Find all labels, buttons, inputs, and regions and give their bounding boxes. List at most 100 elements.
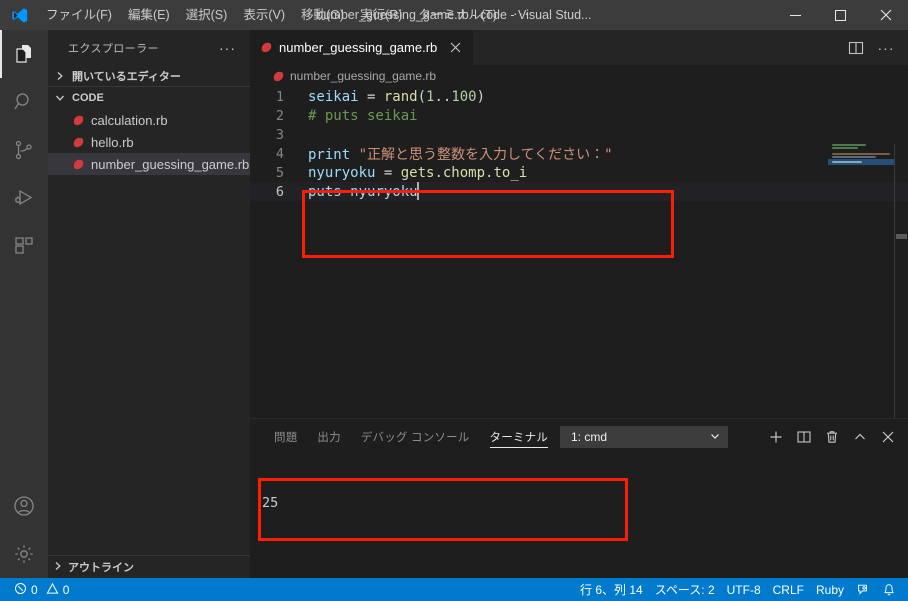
outline-label: アウトライン bbox=[68, 562, 134, 574]
breadcrumb-label: number_guessing_game.rb bbox=[290, 69, 437, 83]
chevron-right-icon bbox=[52, 560, 64, 575]
warning-count: 0 bbox=[62, 582, 70, 597]
line-number: 3 bbox=[275, 126, 284, 143]
file-item-number-guessing-game[interactable]: number_guessing_game.rb bbox=[48, 153, 250, 175]
code-token: gets bbox=[400, 164, 435, 181]
menu-edit[interactable]: 編集(E) bbox=[120, 0, 178, 30]
ruby-file-icon bbox=[73, 137, 84, 147]
file-label: calculation.rb bbox=[91, 112, 168, 128]
minimap-line bbox=[832, 156, 876, 158]
editor-tab-bar: number_guessing_game.rb ··· bbox=[250, 30, 908, 65]
sidebar-section-folder[interactable]: CODE bbox=[48, 87, 250, 109]
close-tab-button[interactable] bbox=[447, 40, 463, 56]
activitybar-settings[interactable] bbox=[0, 530, 48, 578]
activitybar-search[interactable] bbox=[0, 78, 48, 126]
minimap[interactable] bbox=[828, 144, 894, 418]
menu-file[interactable]: ファイル(F) bbox=[38, 0, 120, 30]
settings-gear-icon bbox=[12, 542, 36, 566]
ruby-file-icon bbox=[73, 159, 84, 169]
minimize-button[interactable] bbox=[773, 0, 818, 30]
new-terminal-plus-icon[interactable] bbox=[762, 423, 790, 451]
editor-scrollbar[interactable] bbox=[894, 144, 908, 418]
panel-header: 問題 出力 デバッグ コンソール ターミナル 1: cmd bbox=[250, 419, 908, 454]
code-text: print "正解と思う整数を入力してください：" bbox=[300, 144, 613, 164]
menu-view[interactable]: 表示(V) bbox=[235, 0, 293, 30]
file-tree: calculation.rb hello.rb number_guessing_… bbox=[48, 109, 250, 175]
folder-label: CODE bbox=[72, 92, 104, 104]
vscode-logo-icon bbox=[0, 0, 38, 30]
status-language-mode[interactable]: Ruby bbox=[810, 578, 850, 601]
account-icon bbox=[12, 494, 36, 518]
sidebar-more-actions-button[interactable]: ··· bbox=[213, 40, 242, 56]
explorer-icon bbox=[12, 42, 36, 66]
bell-icon[interactable] bbox=[876, 578, 902, 601]
panel-tab-problems[interactable]: 問題 bbox=[264, 419, 307, 454]
title-bar: ファイル(F) 編集(E) 選択(S) 表示(V) 移動(G) 実行(R) ター… bbox=[0, 0, 908, 30]
tweet-feedback-icon[interactable] bbox=[850, 578, 876, 601]
editor-more-actions-button[interactable]: ··· bbox=[872, 34, 900, 62]
code-line: 1 seikai = rand(1..100) bbox=[250, 87, 908, 106]
status-cursor-position[interactable]: 行 6、列 14 bbox=[574, 578, 649, 601]
error-icon bbox=[14, 582, 27, 598]
code-token: rand bbox=[383, 88, 418, 105]
sidebar-header: エクスプローラー ··· bbox=[48, 30, 250, 65]
panel-tab-output[interactable]: 出力 bbox=[307, 419, 350, 454]
tab-number-guessing-game[interactable]: number_guessing_game.rb bbox=[250, 30, 475, 65]
sidebar-title: エクスプローラー bbox=[68, 42, 159, 55]
chevron-right-icon bbox=[52, 68, 68, 84]
sidebar-explorer: エクスプローラー ··· 開いているエディター CODE calculation… bbox=[48, 30, 250, 578]
terminal-selector-dropdown[interactable]: 1: cmd bbox=[560, 426, 728, 448]
activitybar-extensions[interactable] bbox=[0, 222, 48, 270]
terminal-selector-value: 1: cmd bbox=[571, 430, 608, 444]
file-item-calculation[interactable]: calculation.rb bbox=[48, 109, 250, 131]
activitybar-account[interactable] bbox=[0, 482, 48, 530]
line-number: 5 bbox=[275, 164, 284, 181]
code-token: = bbox=[383, 164, 401, 181]
close-panel-icon[interactable] bbox=[874, 423, 902, 451]
terminal-output[interactable]: 25 C:\ruby_lecture\code>ruby number_gues… bbox=[250, 454, 908, 578]
menu-selection[interactable]: 選択(S) bbox=[178, 0, 236, 30]
line-number: 2 bbox=[275, 107, 284, 124]
panel-tab-terminal[interactable]: ターミナル bbox=[480, 419, 559, 454]
menu-go[interactable]: 移動(G) bbox=[293, 0, 352, 30]
sidebar-section-outline[interactable]: アウトライン bbox=[48, 555, 250, 578]
code-lines: 1 seikai = rand(1..100) 2 # puts seikai 3 4 pr… bbox=[250, 87, 908, 201]
status-indentation[interactable]: スペース: 2 bbox=[649, 578, 721, 601]
terminal-line: 25 bbox=[262, 495, 279, 511]
panel-tab-debug-console[interactable]: デバッグ コンソール bbox=[351, 419, 480, 454]
breadcrumb[interactable]: number_guessing_game.rb bbox=[250, 65, 908, 87]
close-window-button[interactable] bbox=[863, 0, 908, 30]
minimap-line bbox=[832, 153, 890, 155]
code-token: # puts seikai bbox=[308, 107, 418, 124]
menu-run[interactable]: 実行(R) bbox=[352, 0, 410, 30]
activitybar-run-debug[interactable] bbox=[0, 174, 48, 222]
status-eol[interactable]: CRLF bbox=[767, 578, 810, 601]
code-editor[interactable]: 1 seikai = rand(1..100) 2 # puts seikai 3 4 pr… bbox=[250, 87, 908, 418]
code-token: nyuryoku bbox=[308, 164, 384, 181]
status-encoding[interactable]: UTF-8 bbox=[721, 578, 767, 601]
bottom-panel: 問題 出力 デバッグ コンソール ターミナル 1: cmd 25 bbox=[250, 418, 908, 578]
code-token: "正解と思う整数を入力してください：" bbox=[358, 146, 613, 163]
code-token: ) bbox=[476, 88, 486, 105]
code-line: 2 # puts seikai bbox=[250, 106, 908, 125]
split-terminal-icon[interactable] bbox=[790, 423, 818, 451]
status-problems[interactable]: 0 0 bbox=[8, 578, 75, 601]
split-editor-button[interactable] bbox=[842, 34, 870, 62]
sidebar-section-opened-editors[interactable]: 開いているエディター bbox=[48, 65, 250, 87]
run-debug-icon bbox=[12, 186, 36, 210]
code-line: 4 print "正解と思う整数を入力してください：" bbox=[250, 144, 908, 163]
line-number: 1 bbox=[275, 88, 284, 105]
file-item-hello[interactable]: hello.rb bbox=[48, 131, 250, 153]
vscode-window: ファイル(F) 編集(E) 選択(S) 表示(V) 移動(G) 実行(R) ター… bbox=[0, 0, 908, 601]
kill-terminal-trash-icon[interactable] bbox=[818, 423, 846, 451]
activitybar-explorer[interactable] bbox=[0, 30, 48, 78]
menu-terminal[interactable]: ターミナル(T) bbox=[410, 0, 504, 30]
status-bar: 0 0 行 6、列 14 スペース: 2 UTF-8 CRLF Ruby bbox=[0, 578, 908, 601]
menu-overflow-button[interactable]: ··· bbox=[505, 0, 538, 30]
code-text: puts nyuryoku bbox=[300, 184, 418, 200]
code-token: print bbox=[308, 146, 359, 163]
editor-scrollbar-thumb[interactable] bbox=[896, 234, 907, 239]
activitybar-source-control[interactable] bbox=[0, 126, 48, 174]
maximize-panel-chevron-up-icon[interactable] bbox=[846, 423, 874, 451]
maximize-button[interactable] bbox=[818, 0, 863, 30]
